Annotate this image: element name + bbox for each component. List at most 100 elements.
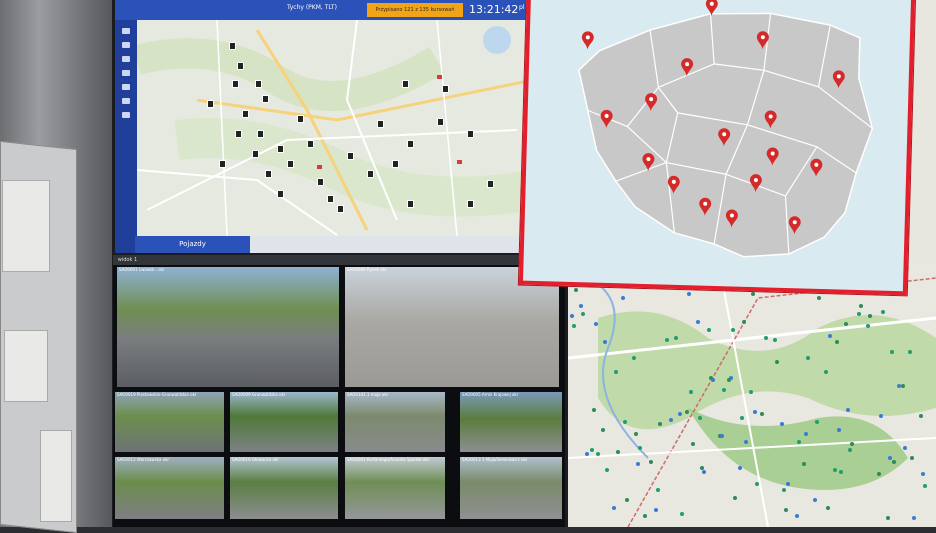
vehicle-icon[interactable] — [237, 62, 244, 70]
map-poi-icon[interactable] — [603, 340, 607, 344]
map-poi-icon[interactable] — [656, 488, 660, 492]
map-poi-icon[interactable] — [722, 388, 726, 392]
vehicle-icon[interactable] — [367, 170, 374, 178]
map-poi-icon[interactable] — [826, 506, 830, 510]
camera-feed[interactable]: SAO0009 Grunwaldzka okr — [230, 392, 338, 452]
vehicle-icon[interactable] — [377, 120, 384, 128]
vehicle-icon[interactable] — [407, 200, 414, 208]
camera-feed[interactable]: SAO0012 Warszawska okr — [115, 457, 224, 519]
vehicle-icon[interactable] — [437, 118, 444, 126]
map-poi-icon[interactable] — [742, 320, 746, 324]
map-poi-icon[interactable] — [731, 328, 735, 332]
vehicle-icon[interactable] — [347, 152, 354, 160]
map-poi-icon[interactable] — [802, 462, 806, 466]
map-poi-icon[interactable] — [594, 322, 598, 326]
map-poi-icon[interactable] — [908, 350, 912, 354]
map-poi-icon[interactable] — [698, 416, 702, 420]
map-poi-icon[interactable] — [636, 462, 640, 466]
map-poi-icon[interactable] — [579, 304, 583, 308]
clock-icon[interactable] — [122, 42, 130, 48]
map-poi-icon[interactable] — [837, 428, 841, 432]
map-poi-icon[interactable] — [804, 432, 808, 436]
map-poi-icon[interactable] — [921, 472, 925, 476]
chart-icon[interactable] — [122, 56, 130, 62]
vehicle-icon[interactable] — [327, 195, 334, 203]
map-poi-icon[interactable] — [901, 384, 905, 388]
vehicle-icon[interactable] — [307, 140, 314, 148]
map-poi-icon[interactable] — [760, 412, 764, 416]
vehicle-icon[interactable] — [277, 190, 284, 198]
map-poi-icon[interactable] — [835, 340, 839, 344]
map-poi-icon[interactable] — [828, 334, 832, 338]
map-poi-icon[interactable] — [877, 472, 881, 476]
map-poi-icon[interactable] — [795, 514, 799, 518]
map-poi-icon[interactable] — [592, 408, 596, 412]
map-poi-icon[interactable] — [612, 506, 616, 510]
map-poi-icon[interactable] — [696, 320, 700, 324]
map-poi-icon[interactable] — [678, 412, 682, 416]
vehicle-icon[interactable] — [442, 85, 449, 93]
vehicle-icon[interactable] — [287, 160, 294, 168]
camera-feed[interactable]: SAO0005 Armii Krajowej okr — [460, 392, 562, 452]
vehicle-icon[interactable] — [265, 170, 272, 178]
map-poi-icon[interactable] — [674, 336, 678, 340]
map-poi-icon[interactable] — [687, 292, 691, 296]
calendar-icon[interactable] — [122, 70, 130, 76]
map-poi-icon[interactable] — [632, 356, 636, 360]
map-poi-icon[interactable] — [773, 338, 777, 342]
vehicle-icon[interactable] — [317, 178, 324, 186]
map-poi-icon[interactable] — [658, 422, 662, 426]
vehicle-map[interactable] — [133, 19, 533, 237]
map-poi-icon[interactable] — [881, 310, 885, 314]
vehicle-icon[interactable] — [337, 205, 344, 213]
bus-icon[interactable] — [122, 98, 130, 104]
map-poi-icon[interactable] — [685, 410, 689, 414]
map-poi-icon[interactable] — [689, 390, 693, 394]
map-poi-icon[interactable] — [680, 512, 684, 516]
map-poi-icon[interactable] — [590, 448, 594, 452]
map-poi-icon[interactable] — [753, 410, 757, 414]
map-poi-icon[interactable] — [654, 508, 658, 512]
vehicle-icon[interactable] — [467, 200, 474, 208]
route-icon[interactable] — [122, 84, 130, 90]
map-poi-icon[interactable] — [733, 496, 737, 500]
map-poi-icon[interactable] — [751, 292, 755, 296]
map-poi-icon[interactable] — [846, 408, 850, 412]
map-poi-icon[interactable] — [919, 414, 923, 418]
vehicle-icon[interactable] — [402, 80, 409, 88]
map-poi-icon[interactable] — [585, 452, 589, 456]
map-poi-icon[interactable] — [903, 446, 907, 450]
vehicle-icon[interactable] — [229, 42, 236, 50]
map-poi-icon[interactable] — [720, 434, 724, 438]
map-poi-icon[interactable] — [797, 440, 801, 444]
map-poi-icon[interactable] — [886, 516, 890, 520]
settings-icon[interactable] — [122, 112, 130, 118]
map-poi-icon[interactable] — [623, 420, 627, 424]
vehicle-icon[interactable] — [392, 160, 399, 168]
vehicle-icon[interactable] — [257, 130, 264, 138]
vehicle-icon[interactable] — [277, 145, 284, 153]
camera-feed[interactable]: SAO0006 Rynek okr — [345, 267, 559, 387]
regional-map-screen[interactable] — [568, 258, 936, 527]
map-poi-icon[interactable] — [711, 378, 715, 382]
map-poi-icon[interactable] — [643, 514, 647, 518]
map-poi-icon[interactable] — [866, 324, 870, 328]
map-poi-icon[interactable] — [784, 508, 788, 512]
map-poi-icon[interactable] — [574, 288, 578, 292]
map-poi-icon[interactable] — [813, 498, 817, 502]
map-poi-icon[interactable] — [572, 324, 576, 328]
map-poi-icon[interactable] — [625, 498, 629, 502]
map-poi-icon[interactable] — [892, 460, 896, 464]
map-poi-icon[interactable] — [738, 466, 742, 470]
vehicle-icon[interactable] — [297, 115, 304, 123]
map-poi-icon[interactable] — [859, 304, 863, 308]
camera-feed[interactable]: SAO0141 1 maja okr — [345, 392, 445, 452]
map-poi-icon[interactable] — [691, 442, 695, 446]
map-poi-icon[interactable] — [780, 422, 784, 426]
map-poi-icon[interactable] — [634, 432, 638, 436]
stop-marker-icon[interactable] — [317, 165, 322, 169]
vehicle-icon[interactable] — [407, 140, 414, 148]
map-poi-icon[interactable] — [839, 470, 843, 474]
map-poi-icon[interactable] — [669, 418, 673, 422]
map-poi-icon[interactable] — [786, 482, 790, 486]
